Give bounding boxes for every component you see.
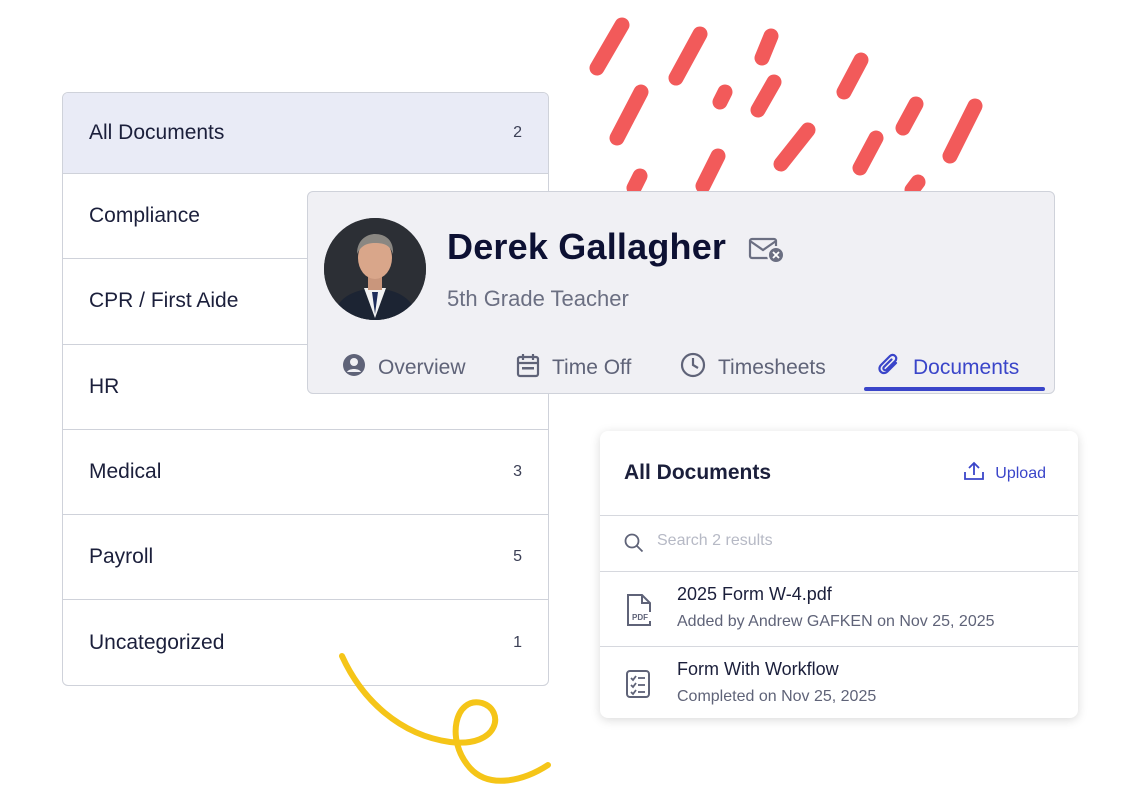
employee-profile-card: Derek Gallagher 5th Grade Teacher Overvi… <box>307 191 1055 394</box>
document-name: 2025 Form W-4.pdf <box>677 584 832 604</box>
pdf-file-icon: PDF <box>624 593 656 632</box>
clock-icon <box>680 352 706 384</box>
upload-icon <box>963 461 985 486</box>
search-input[interactable] <box>655 531 1039 551</box>
category-item-all-documents[interactable]: All Documents 2 <box>63 93 548 174</box>
tab-label: Time Off <box>552 356 632 379</box>
category-item-medical[interactable]: Medical 3 <box>63 430 548 516</box>
documents-search <box>600 516 1078 572</box>
category-count: 2 <box>513 124 522 141</box>
paperclip-icon <box>877 352 901 384</box>
user-circle-icon <box>342 353 366 383</box>
tab-label: Overview <box>378 356 466 379</box>
documents-panel: All Documents Upload PDF 2025 Form W-4.p… <box>600 431 1078 718</box>
tab-label: Timesheets <box>718 356 826 379</box>
category-count: 3 <box>513 463 522 481</box>
mail-blocked-icon[interactable] <box>748 236 786 269</box>
employee-name: Derek Gallagher <box>447 226 727 267</box>
category-item-uncategorized[interactable]: Uncategorized 1 <box>63 600 548 685</box>
category-item-payroll[interactable]: Payroll 5 <box>63 515 548 601</box>
employee-title: 5th Grade Teacher <box>447 286 629 311</box>
svg-text:PDF: PDF <box>632 613 648 622</box>
tab-documents[interactable]: Documents <box>877 344 1019 392</box>
active-tab-indicator <box>864 387 1045 391</box>
document-item[interactable]: PDF 2025 Form W-4.pdf Added by Andrew GA… <box>600 572 1078 646</box>
category-label: CPR / First Aide <box>89 289 239 313</box>
search-icon <box>624 533 644 558</box>
category-label: Compliance <box>89 204 200 228</box>
category-count: 1 <box>513 634 522 652</box>
tab-label: Documents <box>913 356 1020 379</box>
tab-timesheets[interactable]: Timesheets <box>680 344 826 392</box>
document-meta: Completed on Nov 25, 2025 <box>677 688 877 705</box>
category-label: Uncategorized <box>89 631 225 655</box>
category-label: HR <box>89 374 120 398</box>
document-item[interactable]: Form With Workflow Completed on Nov 25, … <box>600 646 1078 721</box>
tab-time-off[interactable]: Time Off <box>516 344 631 392</box>
category-label: Payroll <box>89 545 154 569</box>
documents-header: All Documents Upload <box>600 431 1078 516</box>
category-label: All Documents <box>89 121 225 144</box>
documents-title: All Documents <box>624 461 772 484</box>
avatar-photo <box>324 218 426 320</box>
checklist-icon <box>624 668 654 705</box>
document-name: Form With Workflow <box>677 659 839 679</box>
avatar <box>324 218 426 320</box>
upload-button[interactable]: Upload <box>963 461 1046 486</box>
upload-label: Upload <box>995 464 1046 482</box>
calendar-icon <box>516 352 540 384</box>
profile-tabs: Overview Time Off Timesheets Documents <box>308 344 1054 392</box>
tab-overview[interactable]: Overview <box>342 344 466 392</box>
category-count: 5 <box>513 548 522 566</box>
category-label: Medical <box>89 460 162 484</box>
document-meta: Added by Andrew GAFKEN on Nov 25, 2025 <box>677 613 995 630</box>
